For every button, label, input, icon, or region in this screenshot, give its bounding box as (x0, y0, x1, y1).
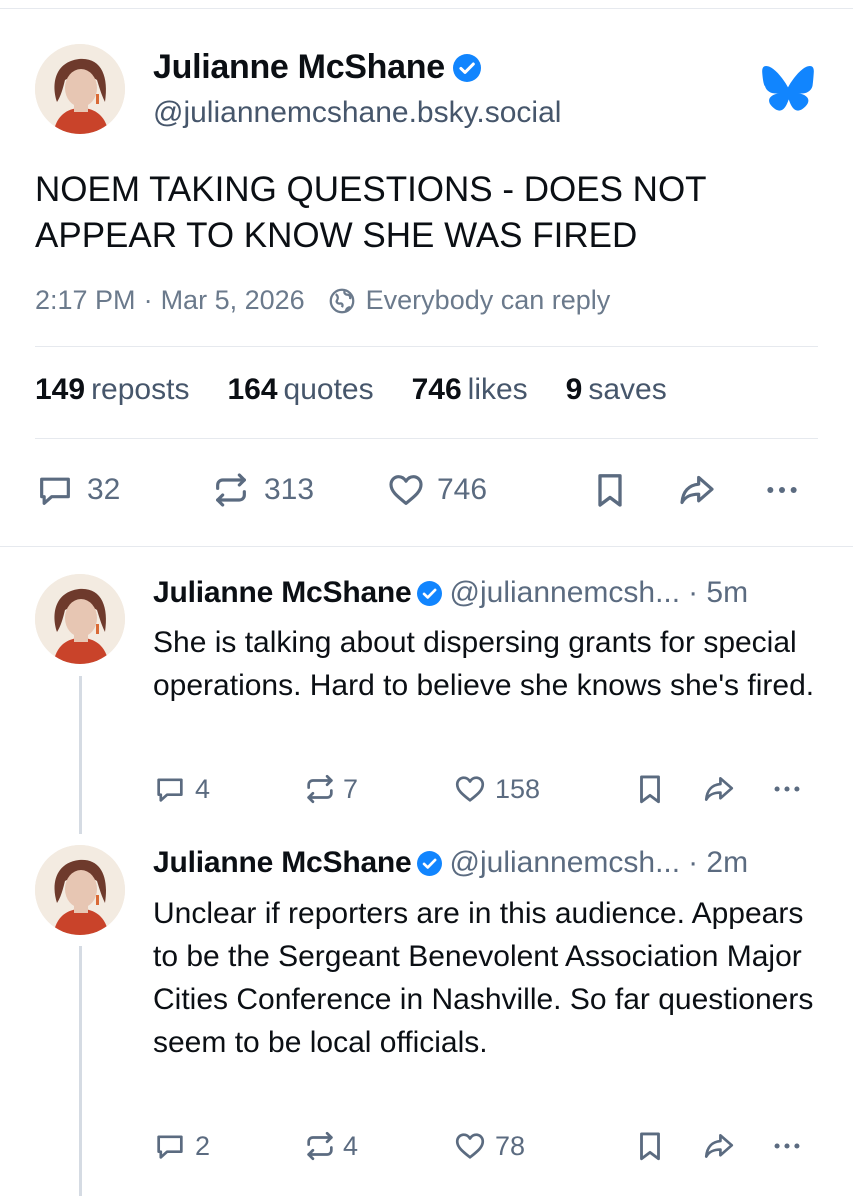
repost-count: 4 (343, 1130, 359, 1161)
bluesky-butterfly-icon[interactable] (762, 66, 814, 112)
author-handle[interactable]: @juliannemcsh... (450, 846, 681, 880)
author-name-text[interactable]: Julianne McShane (153, 48, 445, 87)
avatar[interactable] (35, 44, 125, 134)
reposts-count: 149 (35, 373, 86, 406)
reply-count: 32 (87, 473, 121, 506)
comment-bubble-icon (157, 778, 183, 802)
avatar[interactable] (35, 845, 125, 935)
post-actions: 32 313 746 (35, 470, 815, 514)
reply-text: She is talking about dispersing grants f… (153, 626, 815, 702)
like-count: 158 (495, 773, 541, 804)
more-options-button[interactable] (769, 1129, 805, 1163)
heart-icon (389, 475, 423, 505)
bookmark-icon (640, 775, 660, 804)
more-dots-icon (774, 1143, 800, 1149)
share-button[interactable] (701, 1129, 737, 1163)
reply-count: 2 (195, 1130, 211, 1161)
repost-button[interactable]: 4 (303, 1129, 358, 1163)
author-name[interactable]: Julianne McShane (153, 48, 481, 87)
likes-stat[interactable]: 746 likes (412, 373, 528, 407)
post-text: NOEM TAKING QUESTIONS - DOES NOT APPEAR … (35, 170, 706, 255)
repost-count: 313 (264, 473, 315, 506)
divider (35, 438, 818, 439)
reply-button[interactable]: 4 (153, 772, 210, 806)
bookmark-button[interactable] (590, 470, 630, 510)
reply-setting[interactable]: Everybody can reply (366, 285, 611, 316)
reply-actions: 4 7 158 (153, 772, 813, 808)
bookmark-button[interactable] (633, 1129, 667, 1163)
meta-separator: · (143, 285, 153, 315)
reply-count: 4 (195, 773, 211, 804)
repost-arrows-icon (307, 1131, 333, 1161)
reply-text: Unclear if reporters are in this audienc… (153, 897, 814, 1059)
more-options-button[interactable] (760, 470, 804, 510)
verified-badge-icon (452, 53, 481, 82)
globe-icon (327, 286, 357, 316)
share-arrow-icon (680, 475, 714, 505)
divider (0, 546, 853, 547)
comment-bubble-icon (157, 1135, 183, 1159)
divider (35, 346, 818, 347)
post-stats: 149 reposts 164 quotes 746 likes 9 saves (35, 373, 705, 407)
thread-line (79, 676, 82, 834)
avatar[interactable] (35, 574, 125, 664)
saves-label: saves (588, 373, 667, 406)
reposts-label: reposts (91, 373, 190, 406)
verified-badge-icon (416, 850, 442, 876)
quotes-count: 164 (227, 373, 278, 406)
like-button[interactable]: 158 (453, 772, 540, 806)
share-arrow-icon (704, 777, 734, 801)
reply-header: Julianne McShane @juliannemcsh... · 2m (153, 846, 748, 880)
repost-arrows-icon (307, 774, 333, 804)
post-date: Mar 5, 2026 (160, 285, 305, 315)
bookmark-button[interactable] (633, 772, 667, 806)
like-count: 78 (495, 1130, 526, 1161)
author-name[interactable]: Julianne McShane (153, 576, 412, 610)
verified-badge-icon (416, 580, 442, 606)
more-dots-icon (774, 786, 800, 792)
bookmark-icon (598, 474, 622, 507)
share-arrow-icon (704, 1134, 734, 1158)
reposts-stat[interactable]: 149 reposts (35, 373, 189, 407)
reply-actions: 2 4 78 (153, 1129, 813, 1165)
reply-button[interactable]: 2 (153, 1129, 210, 1163)
author-handle[interactable]: @juliannemcsh... (450, 576, 681, 610)
repost-button[interactable]: 313 (210, 470, 314, 510)
saves-stat[interactable]: 9 saves (566, 373, 667, 407)
heart-icon (455, 776, 485, 802)
bookmark-icon (640, 1132, 660, 1161)
like-button[interactable]: 78 (453, 1129, 525, 1163)
more-options-button[interactable] (769, 772, 805, 806)
reply-button[interactable]: 32 (35, 470, 120, 510)
repost-button[interactable]: 7 (303, 772, 358, 806)
author-handle[interactable]: @juliannemcshane.bsky.social (153, 96, 561, 130)
like-button[interactable]: 746 (385, 470, 487, 510)
top-divider (0, 8, 853, 9)
saves-count: 9 (565, 373, 583, 406)
author-name[interactable]: Julianne McShane (153, 846, 412, 880)
likes-count: 746 (411, 373, 462, 406)
share-button[interactable] (675, 470, 719, 510)
reply-time: · 2m (688, 846, 749, 879)
likes-label: likes (467, 373, 528, 406)
post-time: 2:17 PM (35, 285, 136, 315)
more-dots-icon (767, 487, 797, 493)
quotes-label: quotes (283, 373, 374, 406)
repost-count: 7 (343, 773, 359, 804)
like-count: 746 (437, 473, 488, 506)
share-button[interactable] (701, 772, 737, 806)
heart-icon (455, 1133, 485, 1159)
post-meta: 2:17 PM · Mar 5, 2026 Everybody can repl… (35, 285, 610, 316)
comment-bubble-icon (40, 477, 70, 505)
reply-time: · 5m (688, 576, 749, 609)
quotes-stat[interactable]: 164 quotes (227, 373, 373, 407)
repost-arrows-icon (216, 473, 246, 507)
thread-line (79, 946, 82, 1196)
reply-header: Julianne McShane @juliannemcsh... · 5m (153, 576, 748, 610)
